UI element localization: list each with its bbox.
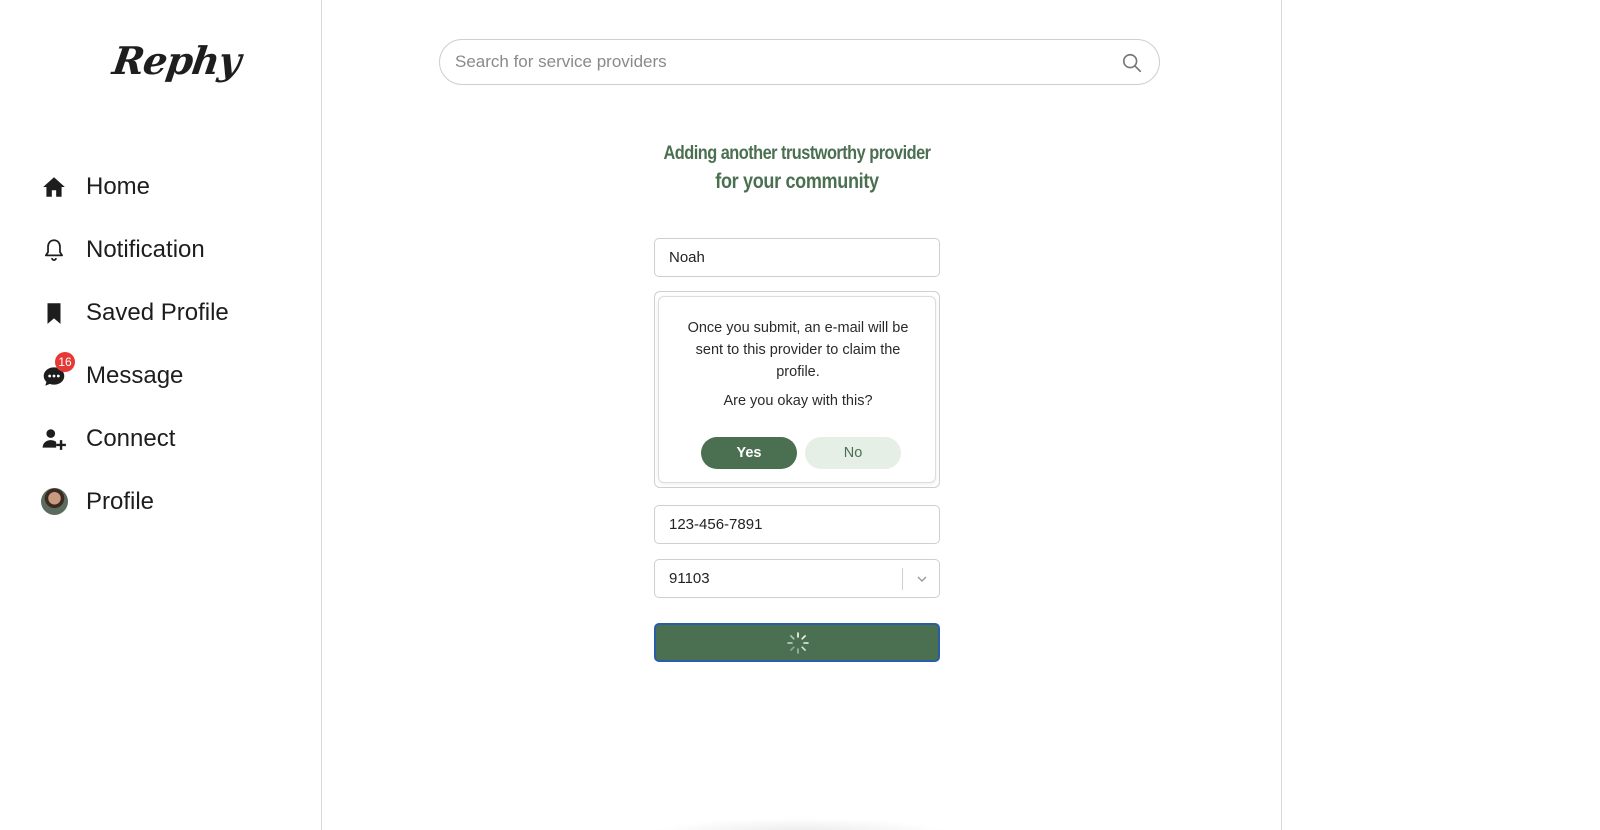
- sidebar-nav: Home Notification Saved Profile 16 Messa…: [40, 155, 229, 533]
- zip-code-select[interactable]: 91103: [654, 559, 940, 598]
- provider-name-field[interactable]: Noah: [654, 238, 940, 277]
- zip-code-value: 91103: [669, 570, 710, 587]
- sidebar-item-label: Saved Profile: [86, 298, 229, 326]
- bottom-sheet-shadow: [650, 818, 950, 830]
- avatar: [40, 488, 68, 515]
- sidebar-item-home[interactable]: Home: [40, 155, 229, 218]
- sidebar-item-label: Connect: [86, 424, 176, 452]
- chat-icon: 16: [40, 351, 75, 390]
- search-icon[interactable]: [1121, 52, 1143, 74]
- confirm-no-button[interactable]: No: [805, 437, 901, 469]
- headline-line-2: for your community: [715, 170, 879, 193]
- sidebar-item-label: Home: [86, 172, 151, 200]
- search-input[interactable]: [455, 40, 1095, 84]
- confirm-yes-button[interactable]: Yes: [701, 437, 797, 469]
- sidebar-item-message[interactable]: 16 Message: [40, 344, 229, 407]
- bookmark-icon: [40, 299, 68, 327]
- main-column-divider: [1281, 0, 1282, 830]
- sidebar-item-profile[interactable]: Profile: [40, 470, 229, 533]
- app-logo[interactable]: Rephy: [110, 38, 243, 83]
- select-separator: [902, 568, 903, 590]
- sidebar-item-label: Profile: [86, 487, 155, 515]
- loading-spinner-icon: [787, 632, 809, 654]
- sidebar-item-notification[interactable]: Notification: [40, 218, 229, 281]
- sidebar-item-connect[interactable]: Connect: [40, 407, 229, 470]
- confirm-question: Are you okay with this?: [723, 393, 873, 409]
- chevron-down-icon[interactable]: [915, 572, 929, 586]
- sidebar: Rephy Home Notification Saved Profile 16: [0, 0, 322, 830]
- search-bar: [439, 39, 1160, 85]
- sidebar-item-saved-profile[interactable]: Saved Profile: [40, 281, 229, 344]
- submit-button[interactable]: [654, 623, 940, 662]
- home-icon: [40, 173, 68, 201]
- headline-line-1: Adding another trustworthy provider: [663, 143, 931, 164]
- confirm-popover-anchor: Once you submit, an e-mail will be sent …: [654, 291, 940, 488]
- sidebar-item-label: Notification: [86, 235, 205, 263]
- message-count-badge: 16: [55, 351, 75, 372]
- phone-value: 123-456-7891: [669, 516, 763, 533]
- phone-field[interactable]: 123-456-7891: [654, 505, 940, 544]
- bell-icon: [40, 236, 68, 264]
- add-user-icon: [40, 425, 68, 453]
- submit-confirm-dialog: Once you submit, an e-mail will be sent …: [658, 296, 936, 483]
- confirm-message: Once you submit, an e-mail will be sent …: [687, 320, 909, 380]
- provider-name-value: Noah: [669, 249, 705, 266]
- sidebar-item-label: Message: [86, 361, 184, 389]
